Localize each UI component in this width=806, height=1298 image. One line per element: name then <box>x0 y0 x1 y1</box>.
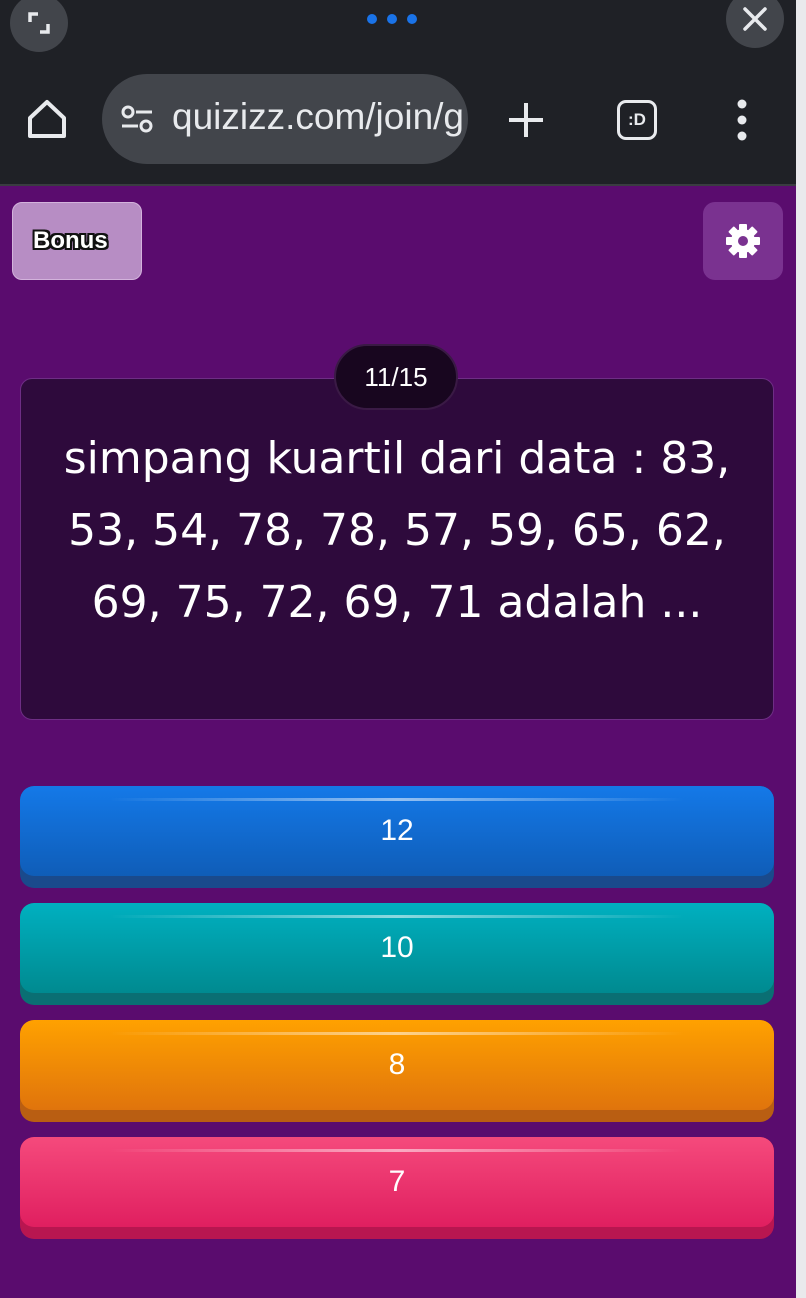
bonus-button[interactable]: Bonus <box>12 202 142 280</box>
browser-toolbar: quizizz.com/join/g :D <box>0 0 796 186</box>
scrollbar <box>796 0 806 1298</box>
answer-option-2[interactable]: 10 <box>20 903 774 1005</box>
answer-option-3[interactable]: 8 <box>20 1020 774 1122</box>
menu-button[interactable] <box>734 98 750 146</box>
gear-icon <box>726 224 760 258</box>
expand-window-button[interactable] <box>10 0 68 52</box>
more-vert-icon <box>737 99 747 141</box>
answer-option-1[interactable]: 12 <box>20 786 774 888</box>
plus-icon <box>509 103 543 137</box>
settings-button[interactable] <box>703 202 783 280</box>
home-icon <box>28 100 66 138</box>
expand-window-icon <box>28 12 50 34</box>
question-card: simpang kuartil dari data : 83, 53, 54, … <box>20 378 774 720</box>
close-icon <box>743 7 767 31</box>
answer-option-4[interactable]: 7 <box>20 1137 774 1239</box>
answer-label: 7 <box>388 1165 406 1198</box>
tab-switcher-button[interactable]: :D <box>617 100 657 140</box>
answer-label: 10 <box>380 931 414 964</box>
question-text: simpang kuartil dari data : 83, 53, 54, … <box>63 433 731 628</box>
answer-label: 12 <box>380 814 414 847</box>
address-bar[interactable]: quizizz.com/join/g <box>102 74 468 164</box>
new-tab-button[interactable] <box>506 100 546 144</box>
url-text: quizizz.com/join/g <box>172 96 465 137</box>
tune-icon <box>121 105 153 133</box>
home-button[interactable] <box>24 96 70 146</box>
answer-label: 8 <box>388 1048 406 1081</box>
close-window-button[interactable] <box>726 0 784 48</box>
question-counter: 11/15 <box>334 344 458 410</box>
window-dots-indicator <box>367 14 417 24</box>
